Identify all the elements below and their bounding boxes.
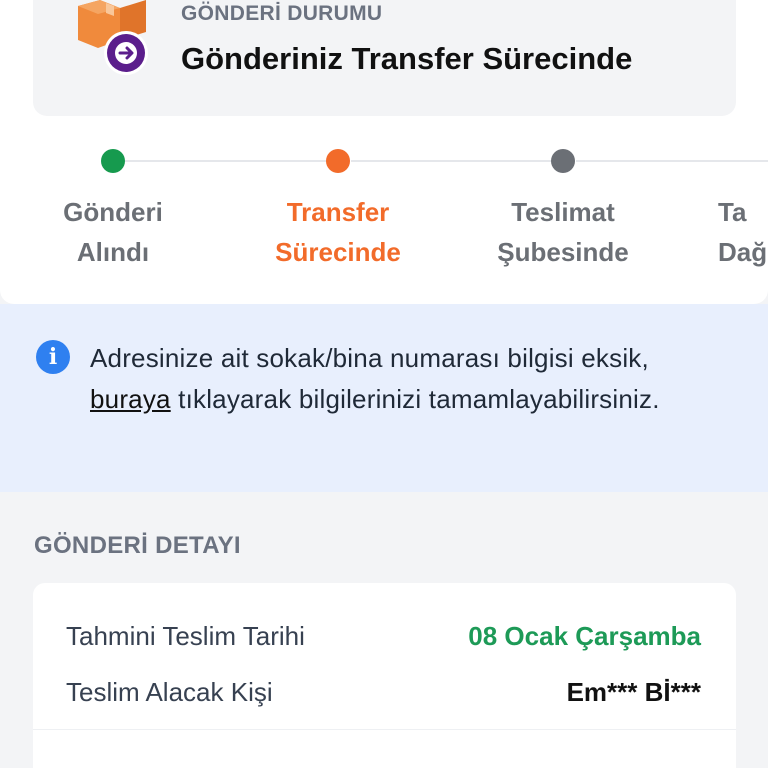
step-dot-transfer	[326, 149, 350, 173]
package-icon	[78, 0, 148, 75]
shipment-status-section: GÖNDERİ DURUMU Gönderiniz Transfer Sürec…	[0, 0, 768, 304]
status-label: GÖNDERİ DURUMU	[181, 2, 383, 25]
step-label-received: Gönderi Alındı	[63, 197, 163, 267]
address-edit-link[interactable]: buraya	[90, 384, 171, 414]
track-line-1	[125, 160, 326, 162]
step-dot-received	[101, 149, 125, 173]
step-label-delivery: Ta Dağ	[718, 197, 768, 267]
recipient-value: Em*** Bİ***	[566, 677, 701, 707]
section-title: GÖNDERİ DETAYI	[34, 532, 241, 559]
shipment-detail-card: Tahmini Teslim Tarihi 08 Ocak Çarşamba T…	[33, 583, 736, 768]
info-message: Adresinize ait sokak/bina numarası bilgi…	[90, 343, 660, 414]
divider	[33, 729, 736, 730]
step-label-branch: Teslimat Şubesinde	[497, 197, 629, 267]
info-icon: i	[36, 340, 70, 374]
detail-row-delivery-date: Tahmini Teslim Tarihi 08 Ocak Çarşamba	[33, 616, 736, 656]
track-line-2	[351, 160, 551, 162]
detail-label: Teslim Alacak Kişi	[66, 677, 273, 707]
track-line-3	[576, 160, 768, 162]
delivery-date-value: 08 Ocak Çarşamba	[468, 621, 701, 651]
step-dot-branch	[551, 149, 575, 173]
detail-row-recipient: Teslim Alacak Kişi Em*** Bİ***	[33, 672, 736, 712]
status-title: Gönderiniz Transfer Sürecinde	[181, 41, 633, 76]
step-label-transfer: Transfer Sürecinde	[275, 197, 401, 267]
detail-label: Tahmini Teslim Tarihi	[66, 621, 305, 651]
